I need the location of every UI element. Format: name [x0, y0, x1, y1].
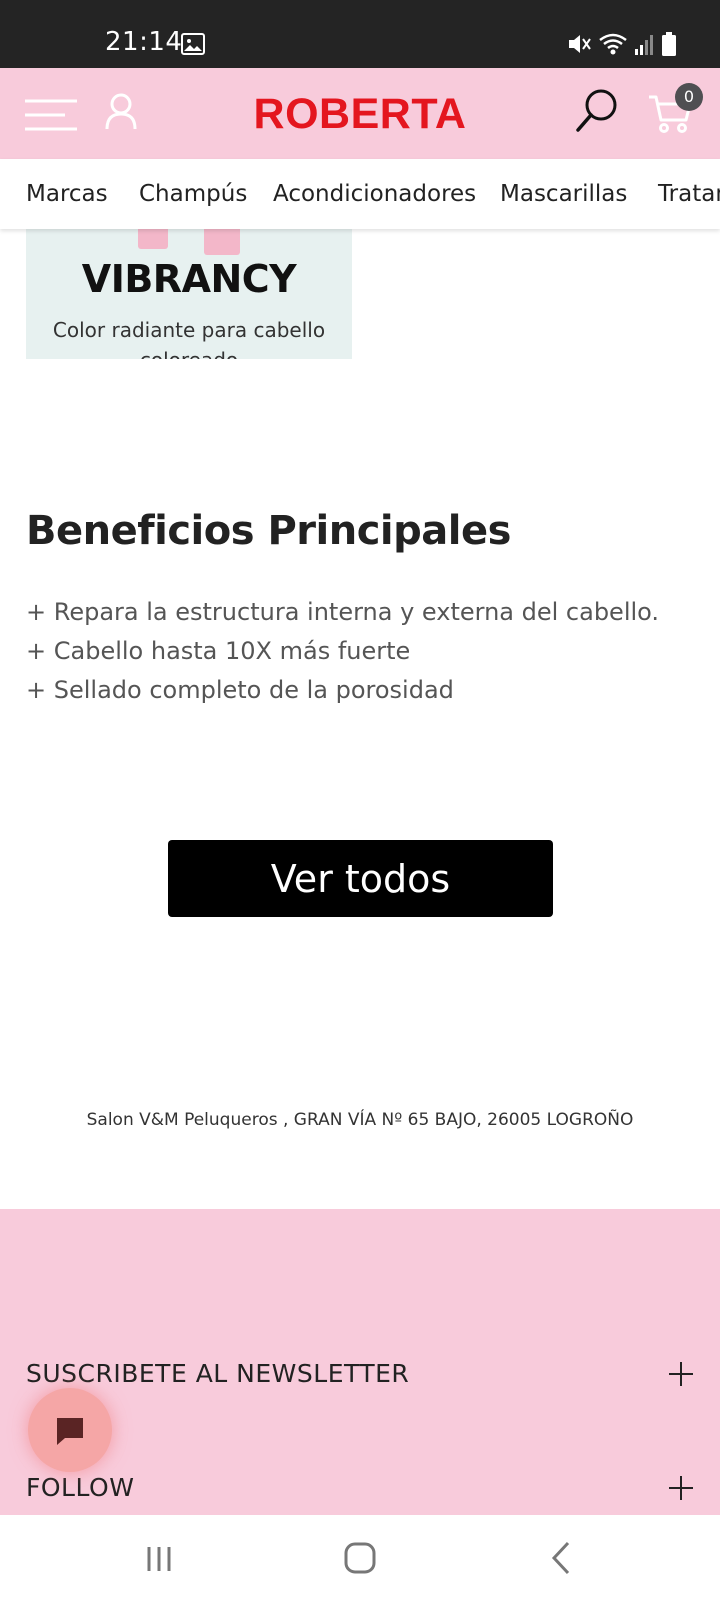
benefits-heading: Beneficios Principales	[26, 508, 511, 554]
benefit-item: + Repara la estructura interna y externa…	[26, 598, 660, 626]
home-icon[interactable]	[344, 1542, 376, 1574]
system-nav-bar	[0, 1515, 720, 1600]
category-brands[interactable]: Marcas	[26, 181, 108, 207]
chat-button[interactable]	[28, 1388, 112, 1472]
search-icon[interactable]	[575, 88, 619, 134]
category-treatments[interactable]: Tratamientos	[658, 181, 720, 207]
cart-count-badge: 0	[675, 83, 703, 111]
product-bottle	[138, 229, 168, 249]
product-description: Color radiante para cabello coloreado	[52, 318, 326, 359]
follow-accordion[interactable]: FOLLOW	[26, 1469, 694, 1509]
store-address: Salon V&M Peluqueros , GRAN VÍA Nº 65 BA…	[86, 1110, 634, 1130]
category-shampoos[interactable]: Champús	[139, 181, 247, 207]
image-notification-icon	[181, 33, 205, 55]
site-header: ROBERTA 0	[0, 68, 720, 159]
status-time: 21:14	[105, 27, 183, 57]
signal-icon	[635, 35, 653, 55]
category-nav: Marcas Champús Acondicionadores Mascaril…	[0, 159, 720, 229]
menu-icon[interactable]	[25, 98, 77, 132]
plus-icon	[669, 1476, 693, 1500]
category-conditioners[interactable]: Acondicionadores	[273, 181, 476, 207]
newsletter-label: SUSCRIBETE AL NEWSLETTER	[26, 1359, 410, 1388]
product-bottle	[204, 229, 240, 255]
wifi-icon	[599, 33, 627, 55]
back-icon[interactable]	[550, 1541, 572, 1575]
footer: SUSCRIBETE AL NEWSLETTER FOLLOW	[0, 1209, 720, 1515]
logo[interactable]: ROBERTA	[245, 90, 475, 138]
plus-icon	[669, 1362, 693, 1386]
product-card[interactable]: VIBRANCY Color radiante para cabello col…	[26, 229, 352, 359]
benefit-item: + Sellado completo de la porosidad	[26, 676, 454, 704]
status-bar: 21:14	[0, 0, 720, 68]
view-all-button[interactable]: Ver todos	[168, 840, 553, 917]
mute-icon	[569, 35, 591, 53]
category-masks[interactable]: Mascarillas	[500, 181, 627, 207]
user-icon[interactable]	[104, 92, 138, 130]
newsletter-accordion[interactable]: SUSCRIBETE AL NEWSLETTER	[26, 1355, 694, 1395]
follow-label: FOLLOW	[26, 1473, 135, 1502]
battery-icon	[662, 32, 676, 56]
status-icons	[566, 30, 676, 58]
chat-icon	[57, 1418, 83, 1445]
benefit-item: + Cabello hasta 10X más fuerte	[26, 637, 411, 665]
product-title: VIBRANCY	[81, 257, 297, 301]
recent-apps-icon[interactable]	[145, 1545, 173, 1573]
